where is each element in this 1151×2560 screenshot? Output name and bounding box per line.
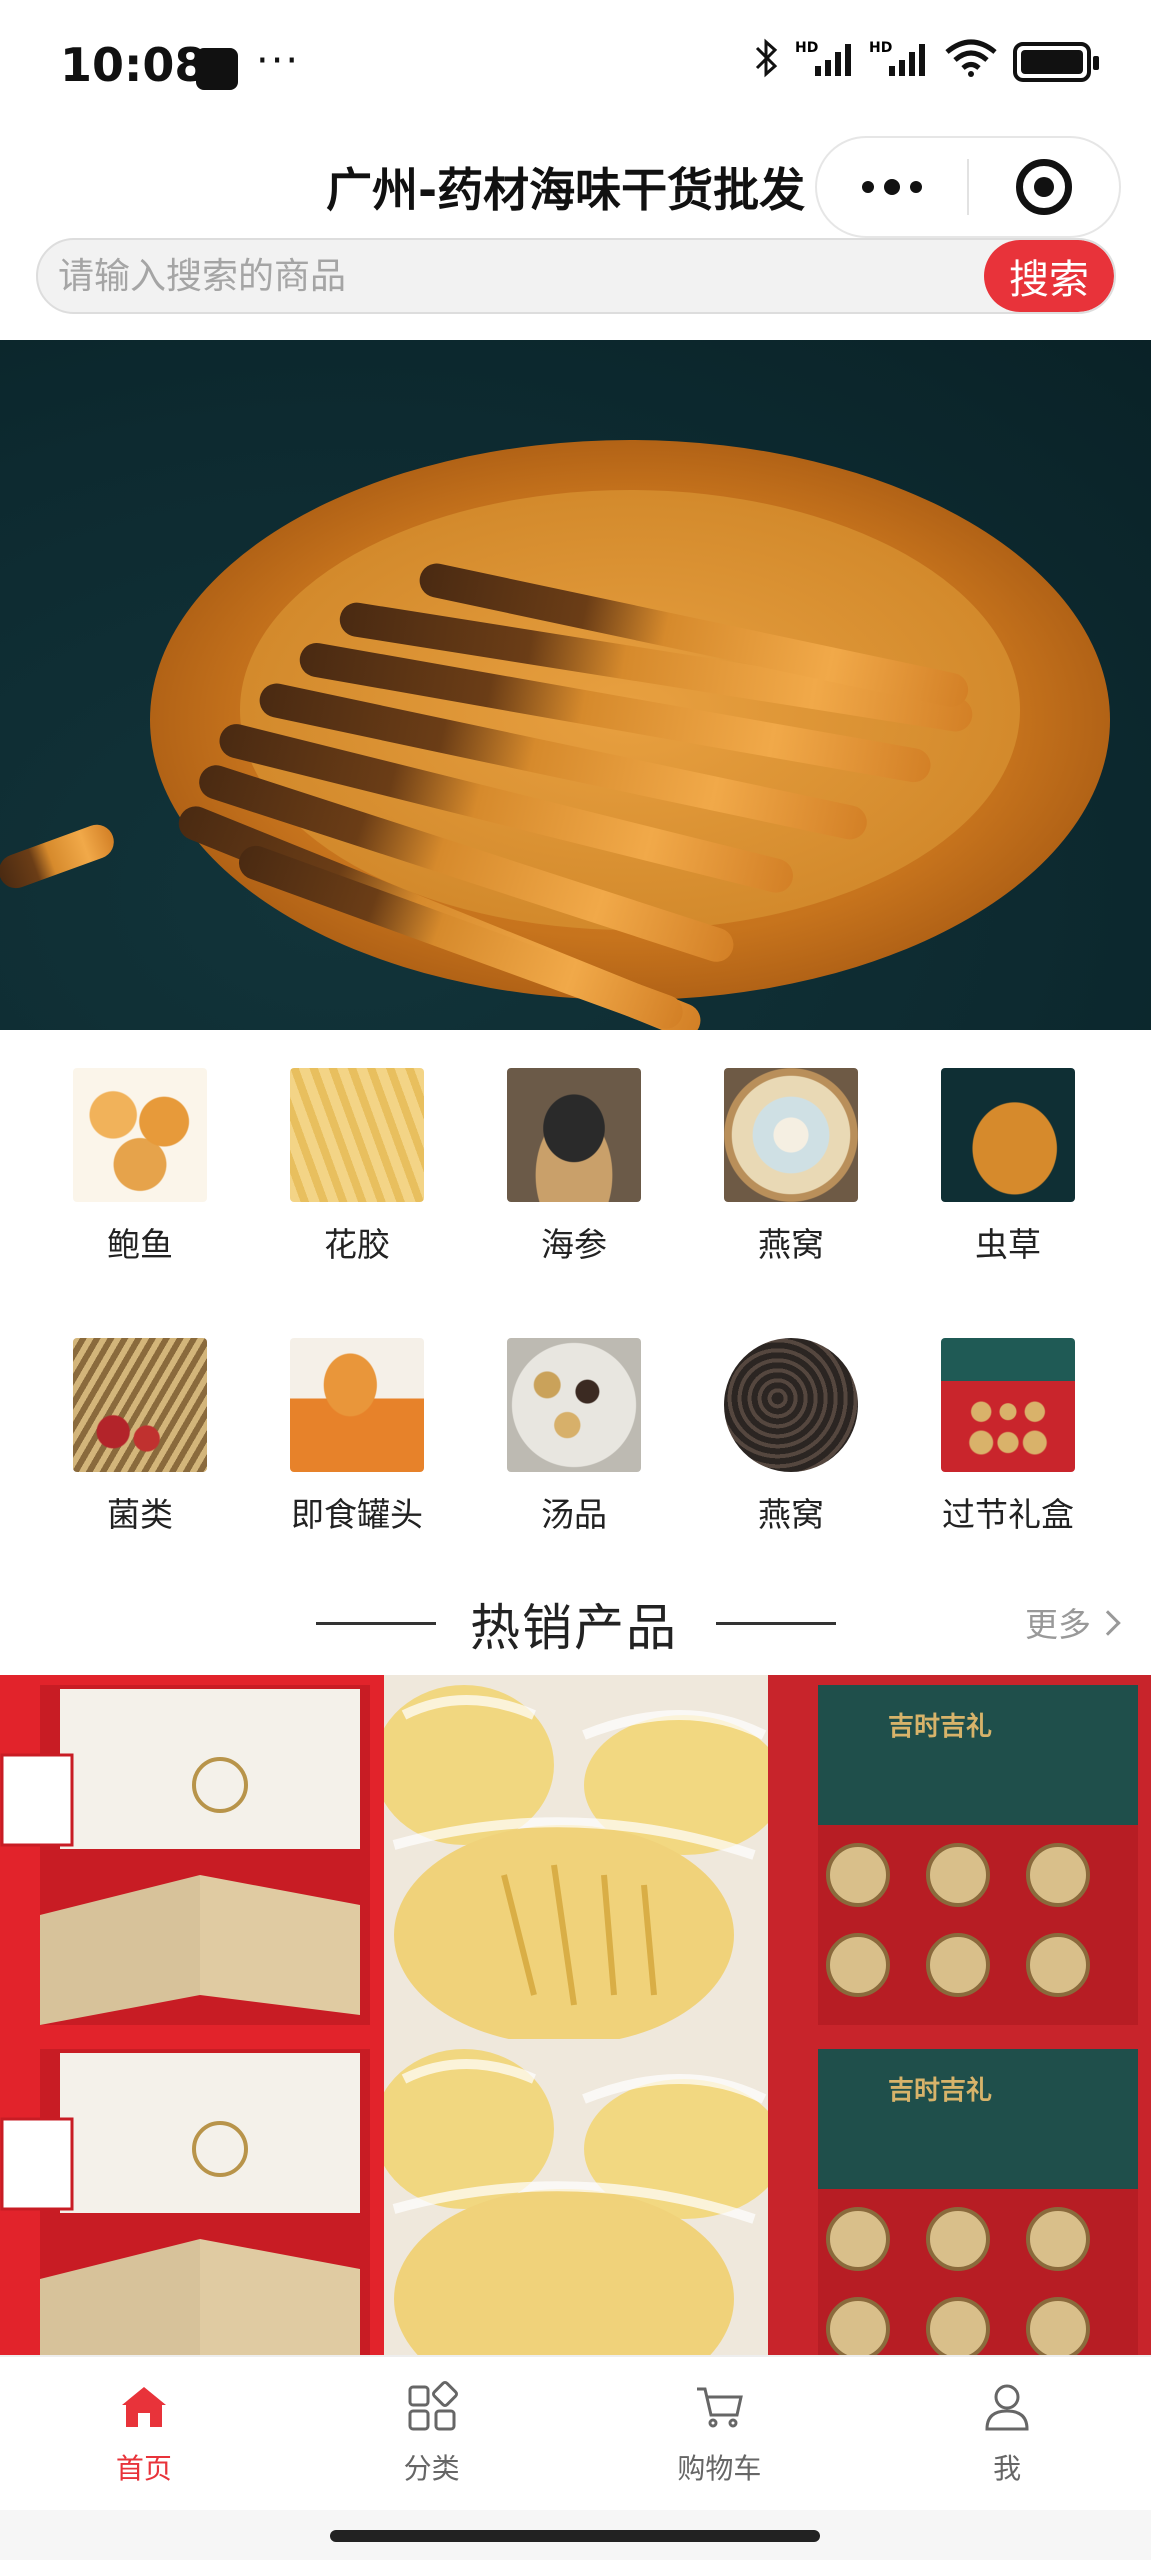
product-image-gift-box: 吉时吉礼 [818, 2049, 1138, 2355]
category-thumb-abalone [73, 1068, 207, 1202]
section-divider-left [316, 1622, 436, 1625]
user-icon [981, 2381, 1033, 2433]
product-card[interactable] [0, 1675, 384, 2039]
category-label: 海参 [541, 1225, 607, 1264]
tab-cart[interactable]: 购物车 [576, 2357, 864, 2510]
search-bar: 搜索 [36, 238, 1116, 314]
more-link[interactable]: 更多 [1025, 1598, 1121, 1646]
search-button[interactable]: 搜索 [984, 240, 1114, 312]
product-card[interactable]: 吉时吉礼 [768, 2039, 1151, 2355]
category-item[interactable]: 花胶 [257, 1040, 457, 1264]
svg-text:HD: HD [795, 40, 818, 56]
more-dot-icon [910, 181, 922, 193]
grid-icon [406, 2381, 458, 2433]
home-indicator[interactable] [330, 2530, 820, 2542]
category-thumb-cordyceps [941, 1068, 1075, 1202]
category-label: 鲍鱼 [107, 1225, 173, 1264]
category-item[interactable]: 虫草 [908, 1040, 1108, 1264]
banner-carousel[interactable] [0, 340, 1151, 1030]
tab-label: 首页 [115, 2452, 172, 2485]
tab-label: 我 [993, 2452, 1022, 2485]
category-thumb-soup [507, 1338, 641, 1472]
tab-home[interactable]: 首页 [0, 2357, 288, 2510]
category-grid: 鲍鱼 花胶 海参 燕窝 虫草 菌类 即食罐头 汤品 燕窝 过节礼盒 [0, 1040, 1151, 1540]
miniprogram-capsule [815, 136, 1121, 238]
more-label: 更多 [1025, 1605, 1091, 1644]
signal-icon-2: HD [869, 38, 929, 85]
category-label: 花胶 [324, 1225, 390, 1264]
category-item[interactable]: 鲍鱼 [40, 1040, 240, 1264]
gift-box-title: 吉时吉礼 [888, 2075, 992, 2106]
category-item[interactable]: 燕窝 [691, 1310, 891, 1534]
status-time: 10:08 [60, 38, 207, 92]
status-bar: 10:08 ··· HD HD [0, 0, 1151, 136]
category-item[interactable]: 菌类 [40, 1310, 240, 1534]
category-item[interactable]: 燕窝 [691, 1040, 891, 1264]
banner-cordyceps [0, 819, 119, 893]
category-thumb-birds-nest [724, 1068, 858, 1202]
app-notification-icon [196, 48, 238, 90]
page-title: 广州-药材海味干货批发 [326, 163, 806, 217]
category-label: 汤品 [541, 1495, 607, 1534]
category-label: 过节礼盒 [942, 1495, 1074, 1534]
product-card[interactable] [384, 2039, 768, 2355]
category-item[interactable]: 过节礼盒 [908, 1310, 1108, 1534]
home-icon [118, 2381, 170, 2433]
category-item[interactable]: 海参 [474, 1040, 674, 1264]
close-miniprogram-button[interactable] [969, 159, 1119, 215]
product-image-fish-maw-bags [384, 1685, 768, 2039]
category-label: 虫草 [975, 1225, 1041, 1264]
category-label: 燕窝 [758, 1225, 824, 1264]
category-thumb-mushrooms [73, 1338, 207, 1472]
tab-label: 分类 [403, 2452, 460, 2485]
category-thumb-fungus [724, 1338, 858, 1472]
wifi-icon [943, 38, 999, 85]
tab-me[interactable]: 我 [863, 2357, 1151, 2510]
category-item[interactable]: 即食罐头 [257, 1310, 457, 1534]
search-input[interactable] [58, 248, 958, 304]
category-thumb-fish-maw [290, 1068, 424, 1202]
signal-icon-1: HD [795, 38, 855, 85]
product-image-gift-box: 吉时吉礼 [818, 1685, 1138, 2025]
more-dot-icon [862, 181, 874, 193]
category-item[interactable]: 汤品 [474, 1310, 674, 1534]
category-thumb-gift-box [941, 1338, 1075, 1472]
category-label: 菌类 [107, 1495, 173, 1534]
product-image-abalone-box [0, 2049, 370, 2355]
status-more-dots: ··· [256, 38, 301, 84]
product-card[interactable] [384, 1675, 768, 2039]
category-label: 即食罐头 [291, 1495, 423, 1534]
section-title: 热销产品 [470, 1599, 678, 1657]
product-grid: 吉时吉礼 吉时吉礼 [0, 1675, 1151, 2355]
more-dot-icon [884, 179, 900, 195]
chevron-right-icon [1095, 1610, 1121, 1636]
cart-icon [693, 2381, 745, 2433]
gift-box-title: 吉时吉礼 [888, 1711, 992, 1742]
nav-bar: 广州-药材海味干货批发 [0, 136, 1151, 252]
section-divider-right [716, 1622, 836, 1625]
category-thumb-canned [290, 1338, 424, 1472]
product-image-fish-maw-bags [384, 2049, 768, 2355]
bluetooth-icon [751, 38, 781, 85]
battery-icon [1013, 41, 1099, 82]
category-thumb-sea-cucumber [507, 1068, 641, 1202]
bottom-tab-bar: 首页 分类 购物车 我 [0, 2355, 1151, 2510]
product-image-abalone-box [0, 1685, 370, 2025]
hot-products-header: 热销产品 更多 [0, 1580, 1151, 1670]
product-card[interactable] [0, 2039, 384, 2355]
tab-label: 购物车 [677, 2452, 762, 2485]
tab-category[interactable]: 分类 [288, 2357, 576, 2510]
product-card[interactable]: 吉时吉礼 [768, 1675, 1151, 2039]
category-label: 燕窝 [758, 1495, 824, 1534]
target-icon [1016, 159, 1072, 215]
svg-text:HD: HD [869, 40, 892, 56]
status-indicators: HD HD [751, 38, 1099, 85]
more-options-button[interactable] [817, 138, 967, 236]
